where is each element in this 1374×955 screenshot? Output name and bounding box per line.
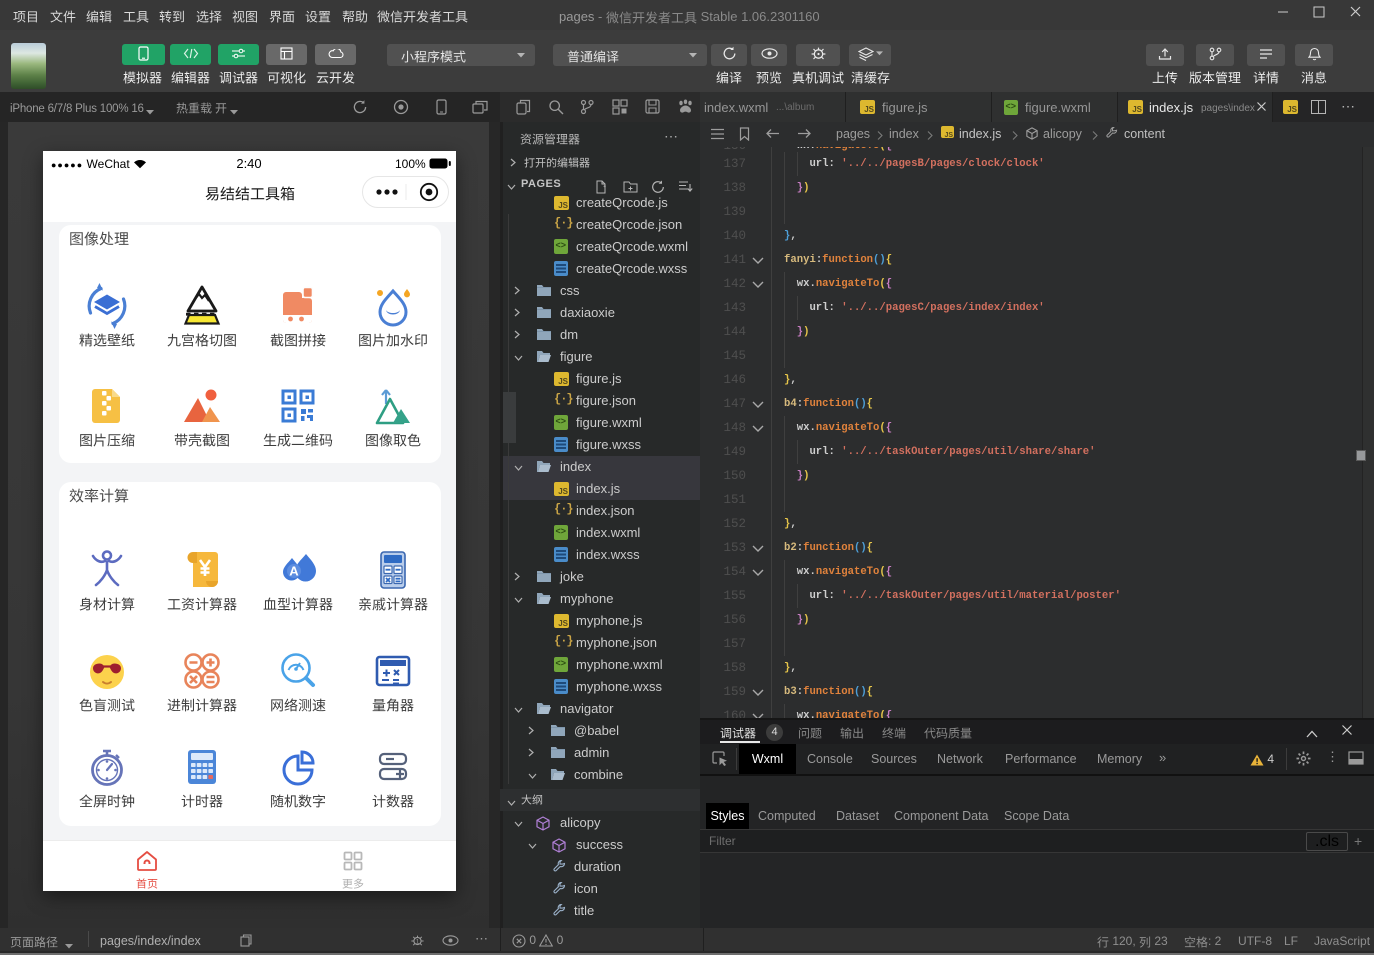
svg-text:A: A — [289, 564, 299, 579]
